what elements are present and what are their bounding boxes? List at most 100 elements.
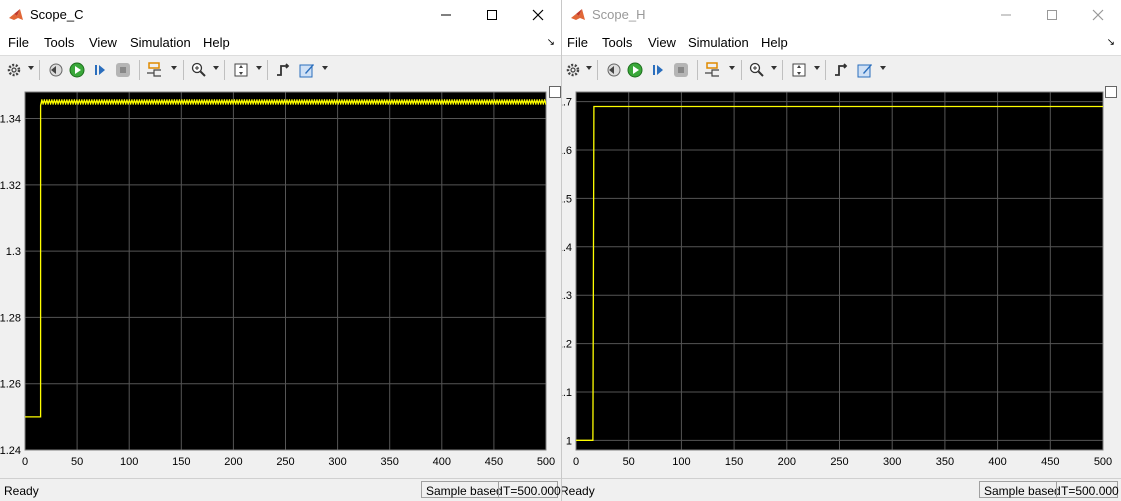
step-back-icon <box>607 63 621 77</box>
minimize-button[interactable] <box>423 0 469 30</box>
x-tick-label: 300 <box>883 456 901 468</box>
maximize-icon <box>487 10 497 20</box>
dock-arrow-icon[interactable]: ↘ <box>547 37 555 48</box>
signal-dropdown-caret[interactable] <box>729 66 735 70</box>
stop-icon <box>116 63 130 77</box>
style-dropdown-caret[interactable] <box>322 66 328 70</box>
triggers-button[interactable] <box>831 60 851 80</box>
x-tick-label: 450 <box>1041 456 1059 468</box>
settings-button[interactable] <box>563 60 583 80</box>
x-tick-label: 350 <box>381 456 399 468</box>
menu-view[interactable]: View <box>648 35 676 50</box>
step-forward-button[interactable] <box>90 60 110 80</box>
close-button[interactable] <box>1075 0 1121 30</box>
stop-button[interactable] <box>113 60 133 80</box>
menu-help[interactable]: Help <box>203 35 230 50</box>
y-tick-label: 1.28 <box>0 312 21 324</box>
signal-select-icon <box>147 62 161 77</box>
x-tick-label: 300 <box>328 456 346 468</box>
x-tick-label: 100 <box>120 456 138 468</box>
matlab-logo-icon <box>571 9 585 20</box>
plot-area[interactable]: 0 50 100 150 200 250 300 350 400 450 500 1 1.1 1.2 1.3… <box>562 84 1121 478</box>
y-tick-label: 1.3 <box>6 246 21 258</box>
menu-help[interactable]: Help <box>761 35 788 50</box>
autoscale-button[interactable] <box>789 60 809 80</box>
trigger-icon <box>277 63 290 76</box>
x-tick-label: 150 <box>172 456 190 468</box>
x-tick-label: 500 <box>537 456 555 468</box>
edit-style-icon <box>299 64 314 78</box>
zoom-button[interactable] <box>189 60 209 80</box>
style-button[interactable] <box>855 60 875 80</box>
style-button[interactable] <box>297 60 317 80</box>
edit-style-icon <box>857 64 872 78</box>
toolbar-separator <box>224 60 225 80</box>
signal-dropdown-caret[interactable] <box>171 66 177 70</box>
minimize-button[interactable] <box>983 0 1029 30</box>
settings-button[interactable] <box>4 60 24 80</box>
x-tick-label: 400 <box>433 456 451 468</box>
maximize-icon <box>1047 10 1057 20</box>
expand-legend-button[interactable] <box>549 86 561 98</box>
x-tick-label: 50 <box>71 456 83 468</box>
close-icon <box>1092 9 1104 21</box>
style-dropdown-caret[interactable] <box>880 66 886 70</box>
settings-dropdown-caret[interactable] <box>586 66 592 70</box>
x-tick-label: 150 <box>725 456 743 468</box>
close-icon <box>532 9 544 21</box>
x-tick-label: 500 <box>1094 456 1112 468</box>
toolbar <box>562 55 1121 85</box>
sim-time-label: T=500.000 <box>1056 481 1119 498</box>
status-text: Ready <box>4 484 39 498</box>
y-tick-label: 1.4 <box>562 242 572 254</box>
menu-tools[interactable]: Tools <box>44 35 74 50</box>
x-tick-label: 0 <box>573 456 579 468</box>
step-back-button[interactable] <box>603 60 623 80</box>
menu-simulation[interactable]: Simulation <box>130 35 191 50</box>
scope-plot-c[interactable]: 0 50 100 150 200 250 300 350 400 450 500 1.24 1.26 1.… <box>0 84 561 478</box>
autoscale-dropdown-caret[interactable] <box>814 66 820 70</box>
autoscale-dropdown-caret[interactable] <box>256 66 262 70</box>
step-forward-icon <box>653 65 663 75</box>
toolbar-separator <box>597 60 598 80</box>
close-button[interactable] <box>515 0 561 30</box>
dock-arrow-icon[interactable]: ↘ <box>1107 37 1115 48</box>
scope-plot-h[interactable]: 0 50 100 150 200 250 300 350 400 450 500 1 1.1 1.2 1.3… <box>562 84 1121 478</box>
autoscale-button[interactable] <box>231 60 251 80</box>
status-text: Ready <box>562 484 595 498</box>
menu-view[interactable]: View <box>89 35 117 50</box>
zoom-button[interactable] <box>747 60 767 80</box>
zoom-dropdown-caret[interactable] <box>771 66 777 70</box>
x-tick-label: 50 <box>623 456 635 468</box>
maximize-button[interactable] <box>469 0 515 30</box>
run-button[interactable] <box>625 60 645 80</box>
maximize-button[interactable] <box>1029 0 1075 30</box>
autoscale-icon <box>234 63 248 77</box>
menu-tools[interactable]: Tools <box>602 35 632 50</box>
y-tick-label: 1.2 <box>562 339 572 351</box>
sample-mode-label: Sample based <box>421 481 503 498</box>
stop-icon <box>674 63 688 77</box>
menu-simulation[interactable]: Simulation <box>688 35 749 50</box>
triggers-button[interactable] <box>273 60 293 80</box>
x-tick-label: 100 <box>672 456 690 468</box>
menu-file[interactable]: File <box>8 35 29 50</box>
stop-button[interactable] <box>671 60 691 80</box>
menu-bar: File Tools View Simulation Help ↘ <box>0 30 561 55</box>
title-bar[interactable]: Scope_H <box>562 0 1121 30</box>
title-bar[interactable]: Scope_C <box>0 0 561 30</box>
step-forward-button[interactable] <box>648 60 668 80</box>
signal-highlight-button[interactable] <box>703 60 723 80</box>
settings-dropdown-caret[interactable] <box>28 66 34 70</box>
y-tick-label: 1.6 <box>562 145 572 157</box>
run-icon <box>69 62 85 78</box>
zoom-dropdown-caret[interactable] <box>213 66 219 70</box>
expand-legend-button[interactable] <box>1105 86 1117 98</box>
run-button[interactable] <box>67 60 87 80</box>
x-tick-label: 400 <box>988 456 1006 468</box>
plot-area[interactable]: 0 50 100 150 200 250 300 350 400 450 500 1.24 1.26 1.… <box>0 84 561 478</box>
toolbar-separator <box>697 60 698 80</box>
menu-file[interactable]: File <box>567 35 588 50</box>
step-back-button[interactable] <box>45 60 65 80</box>
signal-highlight-button[interactable] <box>145 60 165 80</box>
